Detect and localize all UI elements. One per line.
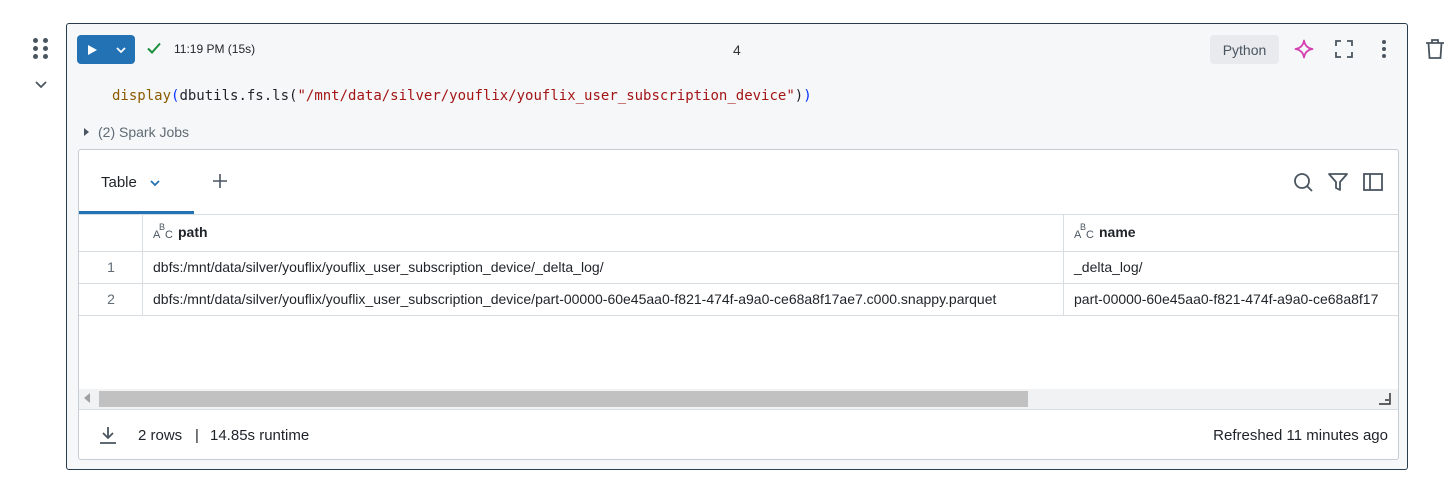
- table-header-bottom-border: [79, 251, 1398, 252]
- code-string: "/mnt/data/silver/youflix/youflix_user_s…: [297, 88, 795, 104]
- plus-icon[interactable]: [209, 170, 231, 192]
- table-row-divider: [79, 283, 1398, 284]
- run-button-group: [77, 35, 135, 64]
- cell-number: 4: [733, 42, 741, 58]
- run-cell-button[interactable]: [77, 35, 107, 64]
- row-number: 1: [107, 259, 115, 275]
- play-icon: [88, 44, 97, 55]
- chevron-down-icon: [116, 46, 126, 53]
- scroll-left-arrow[interactable]: [84, 393, 90, 403]
- collapse-chevron-icon[interactable]: [33, 76, 49, 92]
- execution-time: 11:19 PM (15s): [174, 42, 256, 56]
- scrollbar-thumb[interactable]: [99, 391, 1028, 407]
- check-icon: [146, 40, 162, 56]
- string-type-icon: ABC: [153, 222, 173, 241]
- code-paren-close-outer: ): [803, 88, 812, 104]
- language-selector[interactable]: Python: [1210, 35, 1279, 64]
- run-options-button[interactable]: [107, 35, 135, 64]
- spark-jobs-toggle[interactable]: (2) Spark Jobs: [84, 124, 189, 140]
- footer-separator: |: [195, 427, 199, 444]
- table-cell-path[interactable]: dbfs:/mnt/data/silver/youflix/youflix_us…: [153, 259, 604, 275]
- code-editor[interactable]: display(dbutils.fs.ls("/mnt/data/silver/…: [112, 88, 812, 104]
- table-cell-path[interactable]: dbfs:/mnt/data/silver/youflix/youflix_us…: [153, 291, 996, 307]
- kebab-icon[interactable]: [1374, 39, 1394, 59]
- download-icon[interactable]: [97, 424, 119, 446]
- column-header-label: name: [1099, 224, 1136, 240]
- column-header-path[interactable]: ABC path: [153, 222, 208, 241]
- refreshed-text: Refreshed 11 minutes ago: [1213, 427, 1388, 444]
- sparkle-icon[interactable]: [1294, 39, 1314, 59]
- code-paren-close-inner: ): [794, 88, 804, 104]
- chevron-down-icon: [150, 179, 160, 186]
- table-row-divider: [79, 315, 1398, 316]
- trash-icon[interactable]: [1425, 38, 1445, 60]
- fullscreen-icon[interactable]: [1334, 39, 1354, 59]
- filter-icon[interactable]: [1327, 171, 1349, 193]
- tab-table[interactable]: Table: [79, 150, 194, 215]
- tab-table-label: Table: [101, 174, 137, 191]
- table-header-top-border: [79, 214, 1398, 215]
- expand-triangle-icon: [84, 128, 89, 136]
- resize-corner-icon[interactable]: [1378, 392, 1391, 405]
- code-call: dbutils.fs.ls(: [179, 88, 298, 104]
- string-type-icon: ABC: [1074, 222, 1094, 241]
- runtime-text: 14.85s runtime: [210, 427, 310, 444]
- table-column-divider: [1063, 214, 1064, 316]
- row-count: 2 rows: [138, 427, 183, 444]
- spark-jobs-label: (2) Spark Jobs: [98, 124, 190, 140]
- table-cell-name[interactable]: part-00000-60e45aa0-f821-474f-a9a0-ce68a…: [1074, 291, 1397, 307]
- drag-handle-icon[interactable]: [33, 38, 49, 60]
- column-header-label: path: [178, 224, 208, 240]
- row-number: 2: [107, 291, 115, 307]
- code-function: display: [112, 88, 172, 104]
- footer-divider: [79, 409, 1398, 410]
- search-icon[interactable]: [1292, 171, 1314, 193]
- column-header-name[interactable]: ABC name: [1074, 222, 1136, 241]
- sidebar-panel-icon[interactable]: [1362, 171, 1384, 193]
- table-cell-name[interactable]: _delta_log/: [1074, 259, 1143, 275]
